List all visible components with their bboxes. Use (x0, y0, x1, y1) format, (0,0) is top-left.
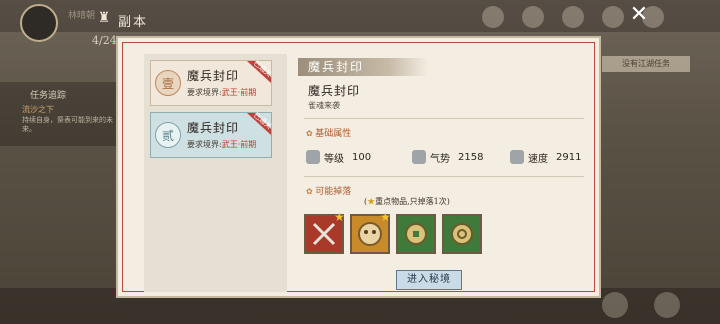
dungeon-card[interactable]: 壹 魔兵封印 要求境界:武王·前期 已通关 (150, 59, 273, 106)
star-icon: ★ (367, 197, 376, 206)
speed-icon (510, 150, 524, 164)
detail-subtitle: 雀魂来袭 (308, 101, 340, 110)
drop-item[interactable]: ★ (304, 210, 345, 254)
cleared-ribbon: 已通关 (241, 111, 273, 135)
right-task-label[interactable]: 没有江湖任务 (602, 56, 690, 72)
stat-label: 气势 (430, 153, 450, 165)
coin-icon (451, 223, 473, 245)
menu-icon[interactable] (562, 6, 584, 28)
drop-items: ★ ★ (304, 210, 482, 254)
menu-icon[interactable] (482, 6, 504, 28)
stat-level: 等级 100 (306, 148, 371, 166)
drop-item[interactable]: ★ (350, 210, 391, 254)
menu-icon[interactable] (602, 6, 624, 28)
basic-attributes-title: 基础属性 (306, 126, 351, 139)
cleared-ribbon: 已通关 (241, 59, 273, 83)
level-icon (306, 150, 320, 164)
progress-count: 4/24 (92, 34, 117, 47)
task-tracker-title[interactable]: 任务追踪 (30, 88, 66, 101)
close-button[interactable]: ✕ (628, 4, 650, 26)
spiral-menu-icon[interactable] (654, 292, 680, 318)
dungeon-card-name: 魔兵封印 (187, 121, 240, 135)
drops-note: (★重点物品,只掉落1次) (364, 196, 450, 207)
stat-value: 100 (352, 151, 372, 163)
seal-icon: 壹 (155, 70, 181, 96)
stat-speed: 速度 2911 (510, 148, 581, 166)
dungeon-card-requirement: 要求境界:武王·前期 (187, 139, 256, 150)
dungeon-card-requirement: 要求境界:武王·前期 (187, 87, 256, 98)
detail-banner: 魔兵封印 (298, 58, 428, 76)
drops-title: 可能掉落 (306, 184, 351, 197)
player-avatar[interactable] (20, 4, 58, 42)
drop-item[interactable] (396, 214, 436, 254)
requirement-label: 要求境界: (187, 140, 222, 149)
dungeon-detail: 魔兵封印 魔兵封印 雀魂来袭 基础属性 等级 100 气势 2158 速度 29… (298, 54, 586, 290)
drop-item[interactable] (442, 214, 482, 254)
dungeon-modal: 壹 魔兵封印 要求境界:武王·前期 已通关 贰 魔兵封印 要求境界:武王·前期 … (116, 36, 601, 298)
stat-label: 等级 (324, 153, 344, 165)
dungeon-card-selected[interactable]: 贰 魔兵封印 要求境界:武王·前期 已通关 (150, 111, 273, 158)
task-name[interactable]: 流沙之下 (22, 104, 54, 115)
stat-value: 2158 (458, 151, 484, 163)
page-title: 副本 (118, 15, 149, 30)
stat-value: 2911 (556, 151, 582, 163)
requirement-label: 要求境界: (187, 88, 222, 97)
divider (304, 176, 584, 177)
requirement-value: 武王·前期 (221, 88, 257, 97)
bottom-menu-icon[interactable] (602, 292, 628, 318)
divider (304, 118, 584, 119)
menu-icon[interactable] (522, 6, 544, 28)
momentum-icon (412, 150, 426, 164)
player-name: 林晴朝 (68, 11, 96, 21)
dungeon-list: 壹 魔兵封印 要求境界:武王·前期 已通关 贰 魔兵封印 要求境界:武王·前期 … (144, 54, 287, 292)
note-text: 重点物品,只掉落1次 (375, 197, 447, 206)
task-description: 持续自身，祭表可能到来的未来。 (22, 116, 113, 133)
detail-name: 魔兵封印 (308, 84, 361, 98)
stat-momentum: 气势 2158 (412, 148, 483, 166)
dungeon-card-name: 魔兵封印 (187, 69, 240, 83)
star-icon: ★ (380, 210, 391, 224)
coin-icon (405, 223, 427, 245)
requirement-value: 武王·前期 (221, 140, 257, 149)
seal-icon: 贰 (155, 122, 181, 148)
note-close: ) (446, 197, 450, 206)
enter-dungeon-button[interactable]: 进入秘境 (396, 270, 462, 290)
stat-label: 速度 (528, 153, 548, 165)
star-icon: ★ (334, 210, 345, 224)
dungeon-icon: ♜ (97, 10, 111, 26)
